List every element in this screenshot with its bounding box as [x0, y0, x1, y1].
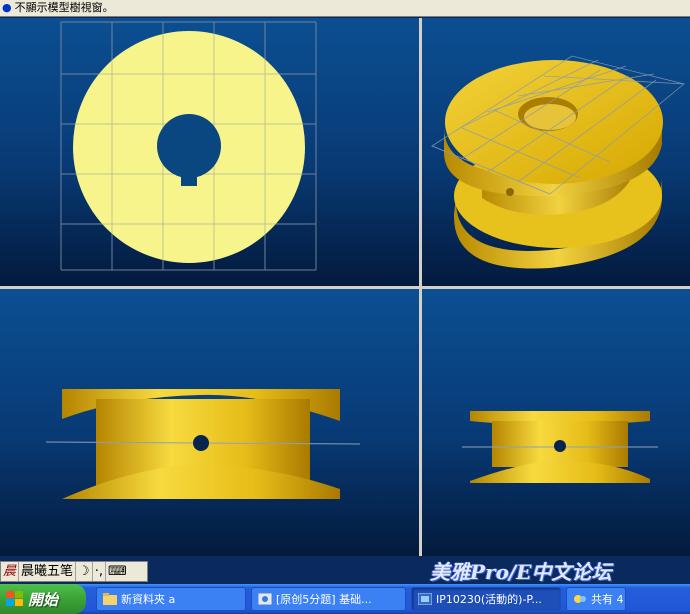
proe-app-icon: [418, 593, 432, 605]
punctuation-icon[interactable]: ·,: [93, 562, 106, 581]
taskbar-item-label: IP10230(活動的)-P...: [436, 593, 542, 606]
taskbar-item-proe[interactable]: IP10230(活動的)-P...: [411, 587, 561, 611]
viewport-front-view[interactable]: [0, 18, 419, 286]
windows-taskbar: 開始 新資料夾 a [原创5分题] 基础... IP10230(活動的)-P..…: [0, 584, 690, 614]
ime-mode-indicator[interactable]: 晨: [1, 562, 20, 581]
side-view-canvas: [45, 389, 361, 499]
side-bore: [193, 435, 209, 451]
taskbar-item-forum[interactable]: [原创5分题] 基础...: [251, 587, 406, 611]
ime-brand-label[interactable]: 晨曦五笔: [19, 562, 77, 581]
chat-icon: [574, 595, 586, 603]
status-bar: ● 不顯示模型樹視窗。: [0, 0, 690, 17]
top-view-canvas: [462, 411, 658, 483]
taskbar-item-chat[interactable]: 共有 4 個 ...: [566, 587, 626, 611]
viewport-splitter-horizontal[interactable]: [0, 286, 690, 289]
windows-logo-icon: [6, 591, 23, 606]
soft-keyboard-icon[interactable]: ⌨: [106, 562, 129, 581]
browser-icon: [258, 593, 272, 605]
taskbar-item-label: 共有 4 個 ...: [591, 593, 625, 606]
taskbar-item-label: 新資料夾 a: [121, 593, 176, 606]
start-button[interactable]: 開始: [0, 584, 86, 614]
start-label: 開始: [28, 590, 59, 609]
viewport-iso-view[interactable]: [422, 18, 690, 286]
front-view-canvas: [60, 21, 317, 271]
viewport-side-view[interactable]: [0, 289, 419, 556]
folder-icon: [103, 593, 117, 605]
taskbar-item-label: [原创5分题] 基础...: [276, 593, 372, 606]
half-width-moon-icon[interactable]: ☽: [76, 562, 93, 581]
ime-toolbar: 晨 晨曦五笔 ☽ ·, ⌨: [0, 561, 148, 582]
iso-view-canvas: [431, 55, 685, 269]
viewport-top-view[interactable]: [422, 289, 690, 556]
status-bullet-icon: ●: [2, 1, 12, 14]
taskbar-item-folder[interactable]: 新資料夾 a: [96, 587, 246, 611]
status-message: 不顯示模型樹視窗。: [14, 1, 114, 14]
top-bore: [554, 440, 566, 452]
bore-hole: [157, 114, 221, 178]
forum-watermark: 美雅Pro/E中文论坛: [430, 560, 612, 584]
keyway: [181, 170, 197, 186]
